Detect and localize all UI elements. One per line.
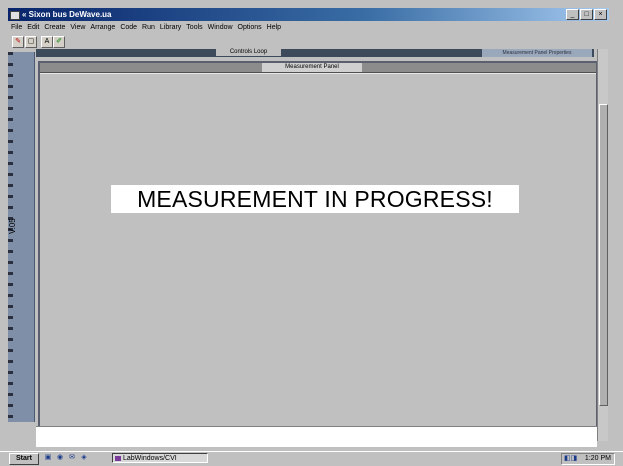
toolbar: ✎ ▢ A ✐ bbox=[8, 35, 609, 49]
channel-icon[interactable]: ◈ bbox=[80, 454, 88, 462]
minimize-icon[interactable]: _ bbox=[566, 9, 579, 20]
menu-tools[interactable]: Tools bbox=[186, 22, 202, 33]
ruler-ticks bbox=[8, 52, 13, 422]
scrollbar-thumb[interactable] bbox=[599, 104, 608, 406]
taskbar: Start ▣ ◉ ✉ ◈ LabWindows/CVI ◧◨ 1:20 PM bbox=[0, 451, 623, 466]
app-icon bbox=[10, 11, 20, 20]
left-ruler: V.05 bbox=[8, 52, 35, 422]
status-message: MEASUREMENT IN PROGRESS! bbox=[111, 185, 519, 213]
tray-icons[interactable]: ◧◨ bbox=[564, 454, 577, 464]
select-tool-icon[interactable]: ▢ bbox=[25, 36, 37, 48]
start-button[interactable]: Start bbox=[9, 453, 39, 465]
top-strip-right-label: Measurement Panel Properties bbox=[482, 49, 592, 57]
task-button[interactable]: LabWindows/CVI bbox=[112, 453, 208, 463]
top-strip-label: Controls Loop bbox=[216, 48, 281, 56]
menu-window[interactable]: Window bbox=[208, 22, 233, 33]
menu-arrange[interactable]: Arrange bbox=[90, 22, 115, 33]
cvi-icon bbox=[115, 456, 121, 461]
menu-library[interactable]: Library bbox=[160, 22, 181, 33]
menu-run[interactable]: Run bbox=[142, 22, 155, 33]
window-title-bar[interactable]: « Sixon bus DeWave.ua _ □ × bbox=[8, 8, 609, 21]
text-tool-icon[interactable]: A bbox=[41, 36, 53, 48]
top-strip: Controls Loop Measurement Panel Properti… bbox=[36, 48, 594, 57]
maximize-icon[interactable]: □ bbox=[580, 9, 593, 20]
desktop: « Sixon bus DeWave.ua _ □ × File Edit Cr… bbox=[0, 0, 623, 466]
close-icon[interactable]: × bbox=[594, 9, 607, 20]
panel-canvas: MEASUREMENT IN PROGRESS! bbox=[40, 73, 596, 428]
clock: 1:20 PM bbox=[584, 455, 611, 462]
side-label: V.05 bbox=[8, 218, 17, 234]
measurement-panel: Measurement Panel MEASUREMENT IN PROGRES… bbox=[38, 61, 598, 429]
panel-title-bar[interactable]: Measurement Panel bbox=[40, 63, 596, 73]
mail-icon[interactable]: ✉ bbox=[68, 454, 76, 462]
window-title: « Sixon bus DeWave.ua bbox=[22, 10, 112, 19]
desktop-icon[interactable]: ▣ bbox=[44, 454, 52, 462]
menu-edit[interactable]: Edit bbox=[27, 22, 39, 33]
window-controls: _ □ × bbox=[566, 9, 607, 20]
menu-help[interactable]: Help bbox=[267, 22, 281, 33]
task-button-label: LabWindows/CVI bbox=[123, 455, 177, 462]
menu-file[interactable]: File bbox=[11, 22, 22, 33]
system-tray: ◧◨ 1:20 PM bbox=[561, 453, 615, 465]
panel-title: Measurement Panel bbox=[262, 63, 362, 72]
menu-code[interactable]: Code bbox=[120, 22, 137, 33]
menu-create[interactable]: Create bbox=[44, 22, 65, 33]
menu-options[interactable]: Options bbox=[238, 22, 262, 33]
workspace: V.05 Controls Loop Measurement Panel Pro… bbox=[8, 48, 609, 449]
vertical-scrollbar[interactable] bbox=[597, 49, 608, 441]
operate-tool-icon[interactable]: ✎ bbox=[12, 36, 24, 48]
menu-view[interactable]: View bbox=[70, 22, 85, 33]
browser-icon[interactable]: ◉ bbox=[56, 454, 64, 462]
color-tool-icon[interactable]: ✐ bbox=[53, 36, 65, 48]
bottom-area bbox=[36, 426, 597, 447]
menu-bar: File Edit Create View Arrange Code Run L… bbox=[8, 22, 609, 33]
